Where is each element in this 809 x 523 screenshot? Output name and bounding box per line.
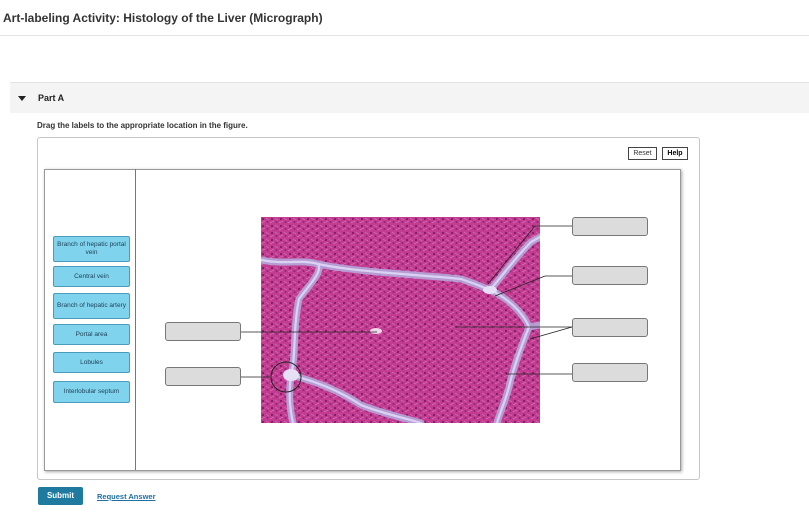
drop-target-1[interactable] xyxy=(165,322,241,341)
drop-target-3[interactable] xyxy=(572,217,648,236)
submit-button[interactable]: Submit xyxy=(38,487,83,505)
drop-target-6[interactable] xyxy=(572,363,648,382)
leader-lines xyxy=(241,225,573,378)
drop-target-5[interactable] xyxy=(572,318,648,337)
drop-target-2[interactable] xyxy=(165,367,241,386)
drop-target-4[interactable] xyxy=(572,266,648,285)
request-answer-link[interactable]: Request Answer xyxy=(97,492,156,501)
